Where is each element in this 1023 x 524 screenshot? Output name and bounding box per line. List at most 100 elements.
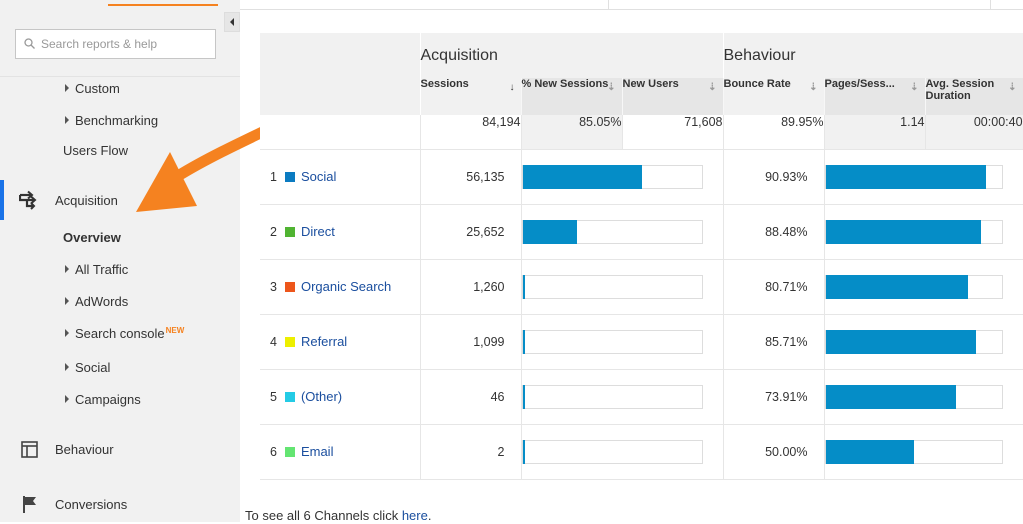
sidebar-item-label: Users Flow [63, 143, 129, 158]
search-box[interactable] [15, 29, 216, 59]
sort-icon: ⇣ [809, 82, 818, 93]
column-header-bounce-rate[interactable]: Bounce Rate ⇣ [723, 78, 825, 115]
row-number: 6 [270, 445, 277, 459]
total-sessions: 84,194 [420, 115, 522, 150]
sort-icon: ⇣ [910, 82, 919, 93]
bounce-rate-value: 50.00% [723, 424, 825, 480]
row-number: 3 [270, 280, 277, 294]
sessions-value: 56,135 [420, 149, 522, 205]
main-content: Acquisition Behaviour Sessions ↓ % New Se… [240, 0, 1023, 523]
expand-arrow-icon [65, 265, 69, 273]
sort-desc-icon: ↓ [509, 82, 515, 93]
sessions-bar-fill [522, 164, 642, 189]
sidebar-item-label: All Traffic [75, 262, 129, 277]
row-number: 1 [270, 170, 277, 184]
sessions-bar-track [521, 219, 703, 244]
bounce-bar-track [824, 219, 1003, 244]
table-row: 2 Direct 25,652 88.48% [260, 204, 1023, 260]
behaviour-icon [19, 438, 41, 460]
collapse-sidebar-button[interactable] [224, 12, 240, 32]
sidebar-item-campaigns[interactable]: Campaigns [65, 392, 141, 407]
sessions-bar-track [521, 274, 703, 299]
channel-link[interactable]: (Other) [301, 389, 342, 404]
sidebar-section-acquisition[interactable]: Acquisition [0, 180, 240, 220]
sessions-bar-track [521, 164, 703, 189]
search-input[interactable] [41, 37, 201, 51]
bounce-bar-cell [824, 369, 1023, 425]
sidebar-item-adwords[interactable]: AdWords [65, 294, 128, 309]
channel-color-swatch [284, 282, 295, 292]
footer-note: To see all 6 Channels click here. [245, 508, 432, 523]
bounce-rate-value: 73.91% [723, 369, 825, 425]
channel-link[interactable]: Email [301, 444, 334, 459]
sessions-value: 1,099 [420, 314, 522, 370]
table-row: 3 Organic Search 1,260 80.71% [260, 259, 1023, 315]
sidebar-item-benchmarking[interactable]: Benchmarking [65, 113, 158, 128]
sidebar-item-search-console[interactable]: Search consoleNEW [65, 326, 184, 341]
new-badge: NEW [165, 326, 185, 335]
bounce-bar-fill [825, 329, 977, 354]
sessions-bar-cell [521, 204, 724, 260]
sort-icon: ⇣ [607, 82, 616, 93]
expand-arrow-icon [65, 395, 69, 403]
channel-link[interactable]: Social [301, 169, 336, 184]
sidebar-item-label: AdWords [75, 294, 129, 309]
sessions-bar-cell [521, 259, 724, 315]
bounce-bar-track [824, 329, 1003, 354]
column-header-new-sessions[interactable]: % New Sessions ⇣ [521, 78, 623, 115]
sessions-bar-cell [521, 149, 724, 205]
flag-icon [19, 493, 41, 515]
expand-arrow-icon [65, 297, 69, 305]
sidebar-section-label: Acquisition [55, 192, 118, 208]
bounce-bar-cell [824, 314, 1023, 370]
sidebar-divider [0, 76, 240, 77]
sidebar-item-overview[interactable]: Overview [63, 230, 121, 245]
sidebar-item-label: Social [75, 360, 111, 375]
sidebar-item-users-flow[interactable]: Users Flow [63, 143, 128, 158]
column-header-sessions[interactable]: Sessions ↓ [420, 78, 522, 115]
channel-cell: 4 Referral [260, 314, 421, 370]
bounce-bar-cell [824, 259, 1023, 315]
total-new-sessions: 85.05% [521, 115, 623, 150]
group-header-blank [260, 33, 421, 78]
sessions-bar-cell [521, 314, 724, 370]
total-new-users: 71,608 [622, 115, 724, 150]
sidebar-section-label: Behaviour [55, 441, 114, 457]
column-header-avg-duration[interactable]: Avg. Session Duration ⇣ [925, 78, 1023, 115]
channel-cell: 6 Email [260, 424, 421, 480]
table-row: 5 (Other) 46 73.91% [260, 369, 1023, 425]
channel-color-swatch [284, 227, 295, 237]
row-number: 5 [270, 390, 277, 404]
see-all-link[interactable]: here [402, 508, 428, 523]
sidebar-item-label: Custom [75, 81, 120, 96]
sidebar-item-label: Search console [75, 326, 165, 341]
sidebar-section-conversions[interactable]: Conversions [0, 484, 240, 524]
bounce-bar-cell [824, 424, 1023, 480]
sessions-value: 25,652 [420, 204, 522, 260]
sort-icon: ⇣ [708, 82, 717, 93]
bounce-bar-cell [824, 204, 1023, 260]
sidebar-section-behaviour[interactable]: Behaviour [0, 429, 240, 469]
column-header-pages-session[interactable]: Pages/Sess... ⇣ [824, 78, 926, 115]
total-avg-duration: 00:00:40 [925, 115, 1023, 150]
sessions-bar-track [521, 329, 703, 354]
bounce-bar-track [824, 384, 1003, 409]
bounce-bar-fill [825, 164, 986, 189]
sidebar-item-all-traffic[interactable]: All Traffic [65, 262, 128, 277]
chevron-left-icon [230, 18, 234, 26]
sidebar-item-custom[interactable]: Custom [65, 81, 120, 96]
channel-link[interactable]: Organic Search [301, 279, 391, 294]
channel-link[interactable]: Referral [301, 334, 347, 349]
search-icon [24, 37, 35, 52]
sidebar-item-label: Campaigns [75, 392, 141, 407]
column-header-new-users[interactable]: New Users ⇣ [622, 78, 724, 115]
channel-cell: 5 (Other) [260, 369, 421, 425]
channel-link[interactable]: Direct [301, 224, 335, 239]
sidebar-item-label: Benchmarking [75, 113, 159, 128]
channel-cell: 1 Social [260, 149, 421, 205]
bounce-bar-track [824, 274, 1003, 299]
sidebar-item-social[interactable]: Social [65, 360, 110, 375]
bounce-rate-value: 88.48% [723, 204, 825, 260]
expand-arrow-icon [65, 329, 69, 337]
sessions-bar-track [521, 439, 703, 464]
